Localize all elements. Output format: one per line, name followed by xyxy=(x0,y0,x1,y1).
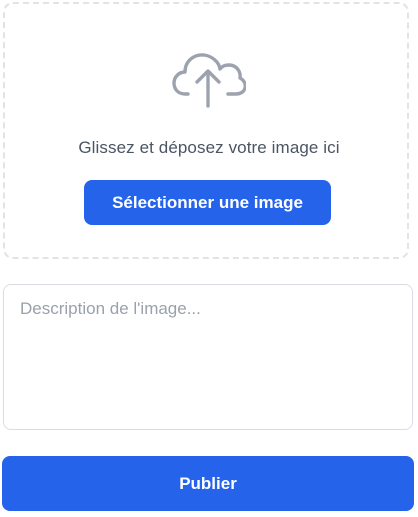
select-image-button[interactable]: Sélectionner une image xyxy=(84,180,331,225)
image-description-field[interactable] xyxy=(3,284,413,430)
publish-button[interactable]: Publier xyxy=(2,456,414,511)
drop-instructions: Glissez et déposez votre image ici xyxy=(78,138,340,157)
cloud-upload-icon xyxy=(170,46,247,110)
image-upload-form: Glissez et déposez votre image ici Sélec… xyxy=(0,0,418,517)
